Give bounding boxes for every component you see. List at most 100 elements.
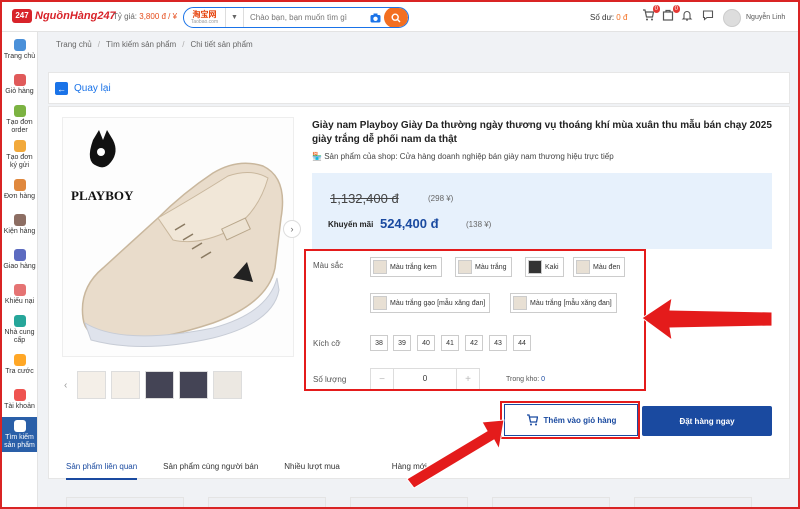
shop-info[interactable]: 🏪 Sản phẩm của shop: Cửa hàng doanh nghi… (312, 152, 614, 161)
color-option[interactable]: Màu trắng [mẫu xăng đan] (510, 293, 617, 313)
breadcrumb-home[interactable]: Trang chủ (56, 40, 92, 49)
size-option[interactable]: 42 (465, 335, 483, 351)
cart-icon[interactable]: 0 (642, 5, 660, 23)
sidebar: Trang chủ Giỏ hàng Tạo đơn order Tạo đơn ký… (2, 32, 38, 507)
sidebar-item-icon (13, 283, 26, 296)
sidebar-item-icon (13, 388, 26, 401)
quantity-value[interactable]: 0 (393, 369, 457, 389)
sidebar-item[interactable]: Khiếu nại (2, 277, 37, 312)
taobao-logo[interactable]: 淘宝网 Taobao.com (184, 8, 226, 27)
thumbnail[interactable] (145, 371, 174, 399)
avatar[interactable] (723, 9, 741, 27)
product-thumb[interactable] (350, 497, 468, 509)
sidebar-item-label: Trang chủ (3, 52, 36, 60)
product-thumb[interactable] (208, 497, 326, 509)
swatch (373, 296, 387, 310)
product-thumb[interactable] (492, 497, 610, 509)
color-label: Màu sắc (313, 261, 344, 270)
promo-price-cny: (138 ¥) (466, 220, 492, 229)
sidebar-item-label: Khiếu nại (4, 297, 35, 305)
thumbnail[interactable] (77, 371, 106, 399)
sidebar-item[interactable]: Trang chủ (2, 32, 37, 67)
size-option[interactable]: 38 (370, 335, 388, 351)
sidebar-item-label: Giỏ hàng (5, 87, 34, 95)
sidebar-item-icon (13, 314, 26, 327)
swatch (576, 260, 590, 274)
order-icon[interactable]: 0 (662, 5, 680, 23)
sidebar-item-label: Tìm kiếm sản phẩm (4, 433, 35, 449)
sidebar-item[interactable]: Tạo đơn order (2, 102, 37, 137)
thumbnail[interactable] (213, 371, 242, 399)
thumbnail-strip: ‹ (64, 371, 242, 399)
color-option-label: Màu trắng (475, 263, 507, 271)
sidebar-item[interactable]: Tra cước (2, 347, 37, 382)
size-option[interactable]: 40 (417, 335, 435, 351)
sidebar-item[interactable]: Giỏ hàng (2, 67, 37, 102)
sidebar-item-icon (13, 248, 26, 261)
message-icon[interactable] (702, 9, 714, 23)
search-input[interactable] (244, 8, 366, 27)
playboy-logo: PLAYBOY (71, 130, 134, 203)
size-option[interactable]: 39 (393, 335, 411, 351)
cart-badge: 0 (652, 5, 660, 13)
thumbnail[interactable] (111, 371, 140, 399)
size-option[interactable]: 43 (489, 335, 507, 351)
chevron-right-icon[interactable]: › (283, 220, 301, 238)
back-label: Quay lại (74, 83, 111, 94)
tab-related[interactable]: Sản phẩm liên quan (66, 462, 138, 480)
exchange-rate: Tỷ giá: 3,800 đ / ¥ (113, 12, 177, 21)
sidebar-item-icon (13, 178, 26, 191)
sidebar-item[interactable]: Đơn hàng (2, 172, 37, 207)
back-button[interactable]: ← Quay lại (55, 82, 111, 95)
sidebar-item[interactable]: Tài khoản (2, 382, 37, 417)
tab-same-seller[interactable]: Sản phẩm cùng người bán (163, 462, 258, 480)
user-name[interactable]: Nguyễn Linh (746, 14, 785, 21)
size-option[interactable]: 41 (441, 335, 459, 351)
tab-new[interactable]: Hàng mới (392, 462, 427, 480)
minus-button[interactable]: − (371, 374, 393, 385)
arrow-left-icon: ← (55, 82, 68, 95)
cart-icon (526, 414, 538, 426)
color-option[interactable]: Màu đen (573, 257, 626, 277)
svg-text:PLAYBOY: PLAYBOY (71, 188, 134, 203)
old-price: 1,132,400 đ (330, 191, 399, 206)
color-option-label: Màu trắng kem (390, 263, 437, 271)
color-option[interactable]: Màu trắng (455, 257, 512, 277)
main-content: Trang chủ / Tìm kiếm sản phẩm / Chi tiết… (38, 32, 798, 509)
product-image[interactable]: PLAYBOY (62, 117, 294, 357)
promo-price: 524,400 đ (380, 216, 439, 231)
sidebar-item[interactable]: Nhà cung cấp (2, 312, 37, 347)
add-to-cart-button[interactable]: Thêm vào giỏ hàng (504, 404, 638, 436)
sidebar-item[interactable]: Giao hàng (2, 242, 37, 277)
breadcrumb-separator: / (97, 40, 100, 49)
sidebar-item[interactable]: Tìm kiếm sản phẩm (2, 417, 37, 452)
related-products-row (66, 497, 752, 509)
product-tabs: Sản phẩm liên quan Sản phẩm cùng người b… (66, 462, 453, 480)
color-option[interactable]: Màu trắng gạo [mẫu xăng đan] (370, 293, 491, 313)
plus-button[interactable]: + (457, 374, 479, 385)
camera-icon[interactable] (366, 13, 384, 23)
product-thumb[interactable] (634, 497, 752, 509)
search-button[interactable] (384, 8, 408, 27)
price-box: 1,132,400 đ (298 ¥) Khuyến mãi 524,400 đ… (312, 173, 772, 249)
product-thumb[interactable] (66, 497, 184, 509)
swatch (528, 260, 542, 274)
breadcrumb-detail: Chi tiết sản phẩm (190, 40, 253, 49)
sidebar-item[interactable]: Tạo đơn ký gửi (2, 137, 37, 172)
logo-text: NguồnHàng247 (35, 10, 116, 22)
breadcrumb-search[interactable]: Tìm kiếm sản phẩm (106, 40, 176, 49)
bell-icon[interactable] (681, 9, 693, 23)
chevron-down-icon[interactable]: ▼ (226, 8, 244, 27)
color-option[interactable]: Màu trắng kem (370, 257, 442, 277)
stock-info: Trong kho: 0 (506, 376, 545, 383)
tab-most-bought[interactable]: Nhiều lượt mua (284, 462, 340, 480)
site-logo[interactable]: 247 NguồnHàng247 (12, 9, 116, 23)
color-option[interactable]: Kaki (525, 257, 564, 277)
chevron-left-icon[interactable]: ‹ (64, 380, 72, 391)
color-option-label: Màu đen (593, 263, 621, 271)
buy-now-button[interactable]: Đặt hàng ngay (642, 406, 772, 436)
size-option[interactable]: 44 (513, 335, 531, 351)
sidebar-item[interactable]: Kiện hàng (2, 207, 37, 242)
thumbnail[interactable] (179, 371, 208, 399)
logo-mark: 247 (12, 9, 32, 23)
